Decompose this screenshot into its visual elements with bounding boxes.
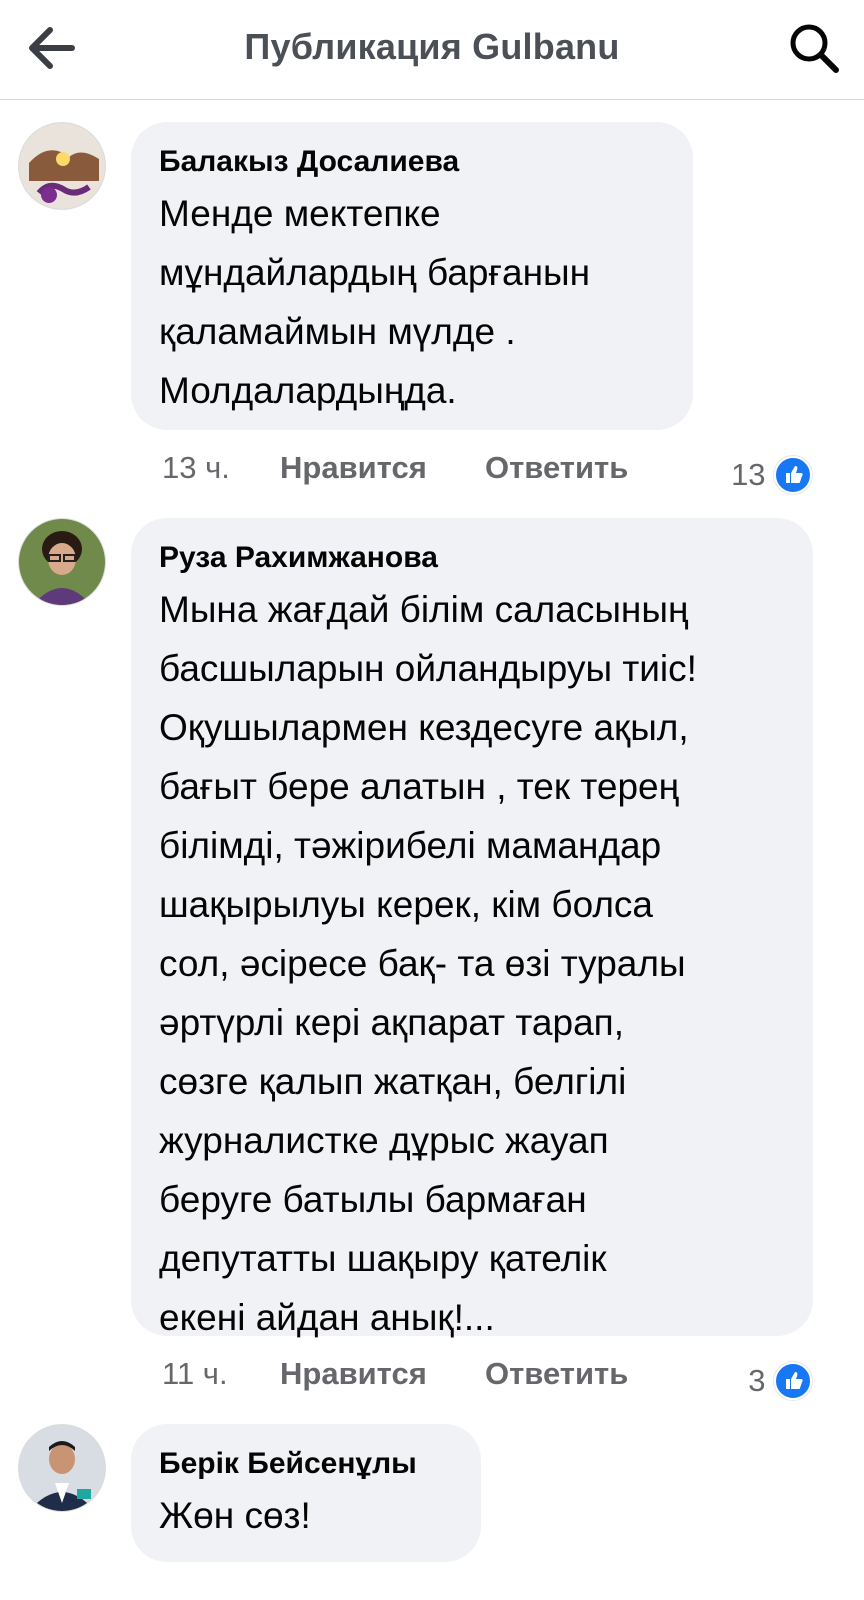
avatar[interactable] bbox=[18, 1424, 106, 1512]
avatar[interactable] bbox=[18, 518, 106, 606]
comment-bubble[interactable]: Балакыз Досалиева Менде мектепке мұндайл… bbox=[131, 122, 693, 430]
comment-author[interactable]: Балакыз Досалиева bbox=[159, 144, 665, 180]
top-bar: Публикация Gulbanu bbox=[0, 0, 864, 100]
reaction-summary[interactable]: 13 bbox=[731, 456, 812, 496]
comment-author[interactable]: Берік Бейсенұлы bbox=[159, 1446, 453, 1482]
comment-text: Менде мектепке мұндайлардың барғанын қал… bbox=[159, 193, 591, 411]
reply-button[interactable]: Ответить bbox=[485, 450, 628, 486]
comment-author[interactable]: Руза Рахимжанова bbox=[159, 540, 785, 576]
search-button[interactable] bbox=[786, 20, 842, 76]
reaction-summary[interactable]: 3 bbox=[748, 1362, 812, 1402]
avatar[interactable] bbox=[18, 122, 106, 210]
page-title: Публикация Gulbanu bbox=[244, 26, 620, 67]
comment-time[interactable]: 13 ч. bbox=[162, 450, 230, 486]
avatar-image bbox=[19, 123, 105, 209]
reaction-count: 3 bbox=[748, 1363, 766, 1398]
avatar-image bbox=[19, 1425, 105, 1511]
thumbs-up-icon bbox=[774, 456, 812, 494]
search-icon bbox=[790, 24, 839, 73]
reaction-count: 13 bbox=[731, 457, 766, 492]
comment-text: Жөн сөз! bbox=[159, 1495, 311, 1536]
thumbs-up-icon bbox=[774, 1362, 812, 1400]
avatar-image bbox=[19, 519, 105, 605]
comment-bubble[interactable]: Берік Бейсенұлы Жөн сөз! bbox=[131, 1424, 481, 1562]
comment-bubble[interactable]: Руза Рахимжанова Мына жағдай білім салас… bbox=[131, 518, 813, 1338]
comment-time[interactable]: 11 ч. bbox=[162, 1356, 228, 1392]
like-button[interactable]: Нравится bbox=[280, 1356, 427, 1392]
reply-button[interactable]: Ответить bbox=[485, 1356, 628, 1392]
comment-text: Мына жағдай білім саласының басшыларын о… bbox=[159, 589, 697, 1338]
like-button[interactable]: Нравится bbox=[280, 450, 427, 486]
